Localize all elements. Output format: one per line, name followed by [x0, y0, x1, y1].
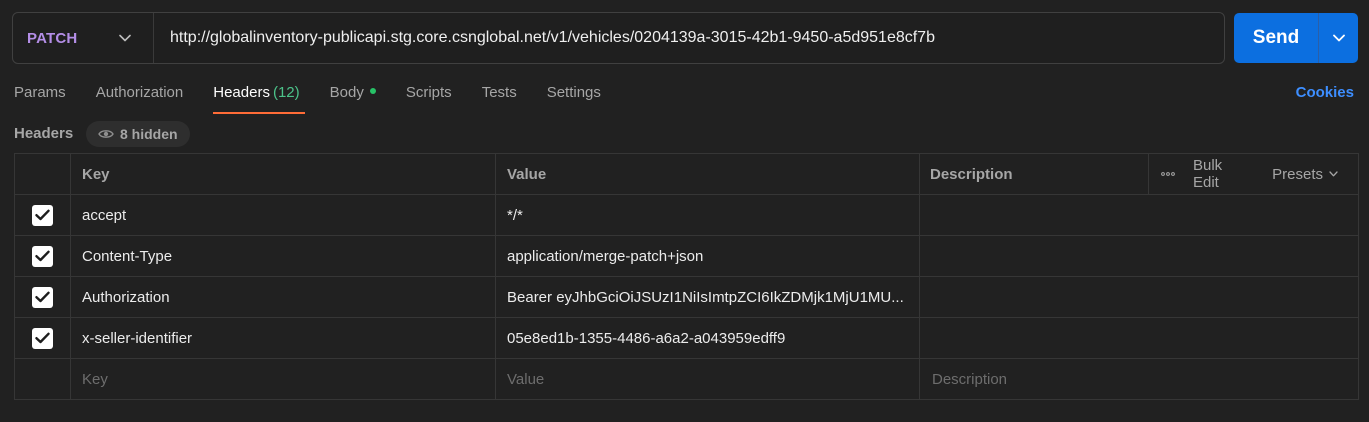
- checkmark-icon: [35, 250, 50, 262]
- header-value-cell[interactable]: application/merge-patch+json: [496, 236, 920, 276]
- new-value-input[interactable]: Value: [496, 359, 920, 399]
- header-description-cell[interactable]: [920, 277, 1358, 317]
- header-key-cell[interactable]: Authorization: [71, 277, 496, 317]
- method-select[interactable]: PATCH: [13, 13, 154, 63]
- header-value: Bearer eyJhbGciOiJSUzI1NiIsImtpZCI6IkZDM…: [507, 288, 904, 306]
- tab-headers[interactable]: Headers (12): [213, 80, 306, 114]
- cookies-link[interactable]: Cookies: [1296, 80, 1354, 106]
- header-key-cell[interactable]: accept: [71, 195, 496, 235]
- chevron-down-icon: [1329, 171, 1338, 177]
- eye-icon: [98, 130, 114, 138]
- new-description-input[interactable]: Description: [920, 359, 1358, 399]
- description-placeholder: Description: [932, 370, 1008, 388]
- tab-label: Tests: [481, 84, 517, 101]
- row-checkbox[interactable]: [32, 286, 53, 308]
- new-header-row: Key Value Description: [15, 359, 1358, 400]
- hidden-headers-toggle[interactable]: 8 hidden: [86, 121, 190, 147]
- header-value: application/merge-patch+json: [507, 247, 704, 265]
- new-key-input[interactable]: Key: [71, 359, 496, 399]
- tab-body[interactable]: Body: [330, 80, 376, 114]
- table-tools: Bulk Edit Presets: [1149, 154, 1358, 194]
- header-value: 05e8ed1b-1355-4486-a6a2-a043959edff9: [507, 329, 786, 347]
- header-description-cell[interactable]: [920, 318, 1358, 358]
- tab-label: Body: [329, 84, 364, 101]
- checkmark-icon: [35, 209, 50, 221]
- header-description-cell[interactable]: [920, 236, 1358, 276]
- row-checkbox-cell: [15, 359, 71, 399]
- row-checkbox-cell: [15, 318, 71, 358]
- tab-authorization[interactable]: Authorization: [96, 80, 184, 114]
- key-placeholder: Key: [82, 370, 108, 388]
- header-value-cell[interactable]: */*: [496, 195, 920, 235]
- headers-count: (12): [272, 84, 300, 101]
- table-header-row: Key Value Description Bulk Edit Presets: [15, 154, 1358, 195]
- row-checkbox-cell: [15, 195, 71, 235]
- hidden-count-label: 8 hidden: [120, 126, 178, 142]
- column-header-description: Description: [920, 154, 1149, 194]
- bulk-edit-button[interactable]: Bulk Edit: [1193, 157, 1252, 191]
- row-checkbox[interactable]: [32, 204, 53, 226]
- header-value: */*: [507, 206, 523, 224]
- tab-label: Scripts: [405, 84, 452, 101]
- column-header-value: Value: [496, 154, 920, 194]
- row-checkbox-cell: [15, 277, 71, 317]
- presets-label: Presets: [1272, 165, 1323, 183]
- modified-dot-icon: [369, 88, 376, 95]
- header-value-cell[interactable]: 05e8ed1b-1355-4486-a6a2-a043959edff9: [496, 318, 920, 358]
- column-label: Key: [82, 165, 110, 183]
- header-key: x-seller-identifier: [82, 329, 193, 347]
- table-row: accept */*: [15, 195, 1358, 236]
- column-header-key: Key: [71, 154, 496, 194]
- more-horizontal-icon[interactable]: [1161, 172, 1175, 176]
- table-row: x-seller-identifier 05e8ed1b-1355-4486-a…: [15, 318, 1358, 359]
- tab-label: Params: [14, 84, 66, 101]
- tab-label: Settings: [546, 84, 601, 101]
- row-checkbox[interactable]: [32, 327, 53, 349]
- request-url-bar: PATCH: [12, 12, 1225, 64]
- row-checkbox-cell: [15, 236, 71, 276]
- chevron-down-icon: [1332, 34, 1345, 42]
- tab-label: Authorization: [95, 84, 184, 101]
- presets-dropdown[interactable]: Presets: [1272, 166, 1338, 183]
- headers-table: Key Value Description Bulk Edit Presets …: [14, 153, 1359, 400]
- header-key: Content-Type: [82, 247, 173, 265]
- header-key-cell[interactable]: Content-Type: [71, 236, 496, 276]
- header-key: Authorization: [82, 288, 170, 306]
- chevron-down-icon: [119, 34, 131, 42]
- tab-label: Headers: [213, 84, 270, 101]
- tab-tests[interactable]: Tests: [482, 80, 517, 114]
- table-row: Content-Type application/merge-patch+jso…: [15, 236, 1358, 277]
- column-label: Description: [930, 165, 1013, 183]
- headers-section-title: Headers: [14, 125, 74, 142]
- tab-scripts[interactable]: Scripts: [406, 80, 452, 114]
- method-label: PATCH: [27, 29, 78, 47]
- send-button-group: Send: [1234, 13, 1358, 63]
- send-button[interactable]: Send: [1234, 13, 1318, 63]
- tab-settings[interactable]: Settings: [547, 80, 601, 114]
- table-row: Authorization Bearer eyJhbGciOiJSUzI1NiI…: [15, 277, 1358, 318]
- header-value-cell[interactable]: Bearer eyJhbGciOiJSUzI1NiIsImtpZCI6IkZDM…: [496, 277, 920, 317]
- header-checkbox-cell: [15, 154, 71, 194]
- header-key-cell[interactable]: x-seller-identifier: [71, 318, 496, 358]
- column-label: Value: [507, 165, 547, 183]
- checkmark-icon: [35, 332, 50, 344]
- request-tabs: Params Authorization Headers (12) Body Sc…: [14, 80, 631, 114]
- url-input[interactable]: [154, 13, 1224, 63]
- tab-params[interactable]: Params: [14, 80, 66, 114]
- header-key: accept: [82, 206, 127, 224]
- send-options-button[interactable]: [1319, 13, 1358, 63]
- header-description-cell[interactable]: [920, 195, 1358, 235]
- value-placeholder: Value: [507, 370, 545, 388]
- checkmark-icon: [35, 291, 50, 303]
- row-checkbox[interactable]: [32, 245, 53, 267]
